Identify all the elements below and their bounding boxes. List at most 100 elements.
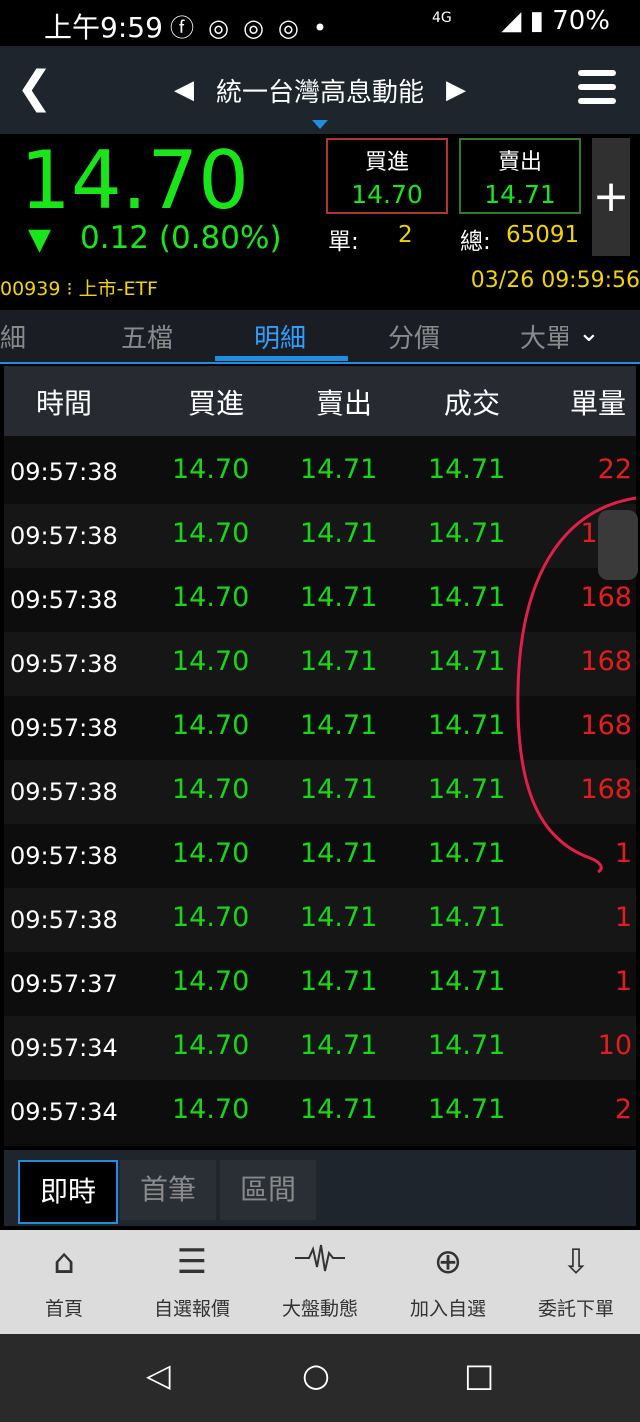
cell-time: 09:57:38 [10, 522, 118, 550]
change-value: 0.12 [80, 220, 150, 256]
cell-qty: 168 [580, 646, 632, 677]
last-price: 14.70 [20, 134, 250, 227]
add-plus-button[interactable]: + [592, 138, 630, 256]
cell-bid: 14.70 [172, 838, 250, 869]
sell-price-box[interactable]: 賣出 14.71 [459, 138, 581, 214]
cell-qty: 1 [614, 902, 632, 933]
range-segment-bar: 即時 首筆 區間 [4, 1150, 636, 1226]
table-row[interactable]: 09:57:3814.7014.7114.71168 [4, 632, 636, 696]
nav-home-label: 首頁 [44, 1298, 83, 1320]
pulse-icon [256, 1240, 384, 1284]
table-row[interactable]: 09:57:3814.7014.7114.71168 [4, 696, 636, 760]
cell-bid: 14.70 [172, 1094, 250, 1125]
nav-order[interactable]: ⇩ 委託下單 [512, 1230, 640, 1334]
cell-qty: 1 [614, 838, 632, 869]
col-ask: 賣出 [316, 387, 373, 420]
cell-bid: 14.70 [172, 582, 250, 613]
tab-five-levels[interactable]: 五檔 [121, 318, 173, 355]
table-row[interactable]: 09:57:38 14.70 14.71 14.71 1 [4, 888, 636, 952]
table-row[interactable]: 09:57:3814.7014.7114.71168 [4, 760, 636, 824]
cell-deal: 14.71 [428, 838, 506, 869]
table-row[interactable]: 09:57:34 14.70 14.71 14.71 10 [4, 1016, 636, 1080]
tab-price-volume[interactable]: 分價 [388, 318, 440, 355]
nav-market[interactable]: 大盤動態 [256, 1230, 384, 1334]
cell-time: 09:57:34 [10, 1034, 118, 1062]
cell-bid: 14.70 [172, 966, 250, 997]
table-row[interactable]: 09:57:3814.7014.7114.71168 [4, 504, 636, 568]
cell-deal: 14.71 [428, 518, 506, 549]
system-home-icon[interactable]: ○ [302, 1356, 330, 1394]
home-icon: ⌂ [53, 1242, 75, 1282]
cell-time: 09:57:38 [10, 906, 118, 934]
cell-ask: 14.71 [300, 454, 378, 485]
cell-qty: 168 [580, 710, 632, 741]
chevron-down-icon[interactable]: ⌄ [578, 318, 600, 348]
nav-watchlist-label: 自選報價 [153, 1298, 230, 1320]
col-time: 時間 [36, 387, 93, 420]
cell-bid: 14.70 [172, 646, 250, 677]
cell-bid: 14.70 [172, 518, 250, 549]
cell-deal: 14.71 [428, 1030, 506, 1061]
battery-indicator: ◢ ▮ 70% [501, 6, 610, 36]
nav-order-label: 委託下單 [537, 1298, 614, 1320]
table-row[interactable]: 09:57:38 14.70 14.71 14.71 22 [4, 440, 636, 504]
segment-first[interactable]: 首筆 [120, 1160, 216, 1220]
nav-watchlist[interactable]: ☰ 自選報價 [128, 1230, 256, 1334]
cell-bid: 14.70 [172, 774, 250, 805]
table-row[interactable]: 09:57:38 14.70 14.71 14.71 1 [4, 824, 636, 888]
cell-deal: 14.71 [428, 774, 506, 805]
cell-ask: 14.71 [300, 774, 378, 805]
total-value: 65091 [506, 222, 580, 248]
table-row[interactable]: 09:57:37 14.70 14.71 14.71 1 [4, 952, 636, 1016]
cell-deal: 14.71 [428, 710, 506, 741]
cell-bid: 14.70 [172, 710, 250, 741]
cell-time: 09:57:38 [10, 778, 118, 806]
status-bar: 上午9:59 ⓕ◎◎◎• 4G ◢ ▮ 70% [0, 0, 640, 46]
table-row[interactable]: 09:57:34 14.70 14.71 14.71 2 [4, 1080, 636, 1144]
single-value: 2 [398, 222, 413, 248]
segment-realtime[interactable]: 即時 [18, 1160, 118, 1224]
nav-home[interactable]: ⌂ 首頁 [0, 1230, 128, 1334]
system-recents-icon[interactable]: □ [464, 1356, 494, 1394]
cell-ask: 14.71 [300, 902, 378, 933]
segment-range[interactable]: 區間 [220, 1160, 316, 1220]
tab-large-orders[interactable]: 大單 [520, 318, 568, 355]
col-deal: 成交 [444, 387, 501, 420]
notification-icons: ⓕ◎◎◎• [170, 14, 341, 42]
cell-ask: 14.71 [300, 1030, 378, 1061]
cell-qty: 22 [597, 454, 632, 485]
nav-add-watch[interactable]: ⊕ 加入自選 [384, 1230, 512, 1334]
next-stock-arrow-icon[interactable]: ▶ [446, 75, 466, 105]
price-change: 0.12 (0.80%) [80, 220, 282, 256]
scroll-handle[interactable] [598, 510, 638, 580]
table-row[interactable]: 09:57:3814.7014.7114.71168 [4, 568, 636, 632]
buy-price-box[interactable]: 買進 14.70 [326, 138, 448, 214]
tab-ticks[interactable]: 明細 [254, 318, 306, 355]
cell-bid: 14.70 [172, 454, 250, 485]
total-label: 總: [460, 229, 491, 255]
col-qty: 單量 [570, 387, 627, 420]
quote-datetime: 03/26 09:59:56 [470, 268, 640, 293]
cell-time: 09:57:38 [10, 714, 118, 742]
down-arrow-icon: ▼ [28, 222, 52, 257]
battery-percent: 70% [552, 6, 610, 36]
nav-add-watch-label: 加入自選 [409, 1298, 486, 1320]
system-nav-bar: ◁ ○ □ [0, 1334, 640, 1422]
sell-price: 14.71 [484, 180, 556, 209]
hamburger-menu-icon[interactable] [578, 70, 616, 112]
table-header: 時間 買進 賣出 成交 單量 [4, 366, 636, 436]
cell-deal: 14.71 [428, 582, 506, 613]
cell-qty: 10 [597, 1030, 632, 1061]
stock-code: 00939 [0, 278, 61, 300]
cell-ask: 14.71 [300, 582, 378, 613]
tick-table[interactable]: 時間 買進 賣出 成交 單量 09:57:38 14.70 14.71 14.71 22… [4, 366, 638, 1146]
detail-tabs: 詳細 五檔 明細 分價 大單 ⌄ [0, 310, 640, 364]
stock-code-row: 00939 ⁝ 上市-ETF [0, 274, 158, 301]
tab-details[interactable]: 詳細 [0, 318, 26, 355]
stock-title[interactable]: 統一台灣高息動能 [216, 72, 424, 109]
back-chevron-icon[interactable]: ❮ [16, 66, 53, 110]
prev-stock-arrow-icon[interactable]: ◀ [174, 75, 194, 105]
cell-deal: 14.71 [428, 646, 506, 677]
app-header: ❮ ◀ 統一台灣高息動能 ▶ [0, 46, 640, 134]
system-back-icon[interactable]: ◁ [146, 1356, 171, 1394]
